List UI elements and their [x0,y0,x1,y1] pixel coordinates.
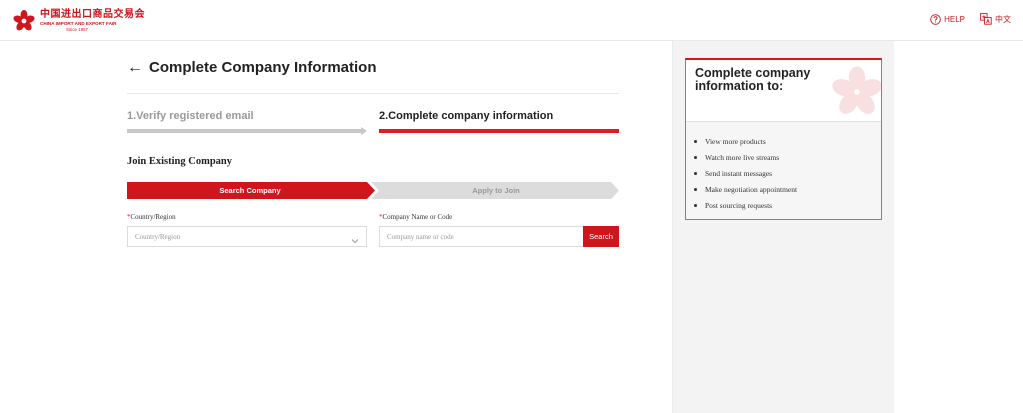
country-select-placeholder: Country/Region [135,233,181,241]
list-item: View more products [694,133,797,149]
step1-progress-bar [127,129,363,133]
translate-icon [980,13,992,25]
company-label: *Company Name or Code [379,213,452,221]
list-item: Make negotiation appointment [694,181,797,197]
country-select[interactable]: Country/Region [127,226,367,247]
page-title: Complete Company Information [149,59,377,76]
language-switch[interactable]: 中文 [980,13,1011,25]
help-circle-icon [930,13,941,25]
flower-watermark-icon [829,64,881,121]
flower-logo-icon [12,9,36,33]
logo-chinese-name: 中国进出口商品交易会 [40,9,145,20]
country-label-text: Country/Region [130,213,176,221]
help-label: HELP [944,14,965,24]
sub-step-chevrons: Search Company Apply to Join [127,182,619,199]
list-item: Send instant messages [694,165,797,181]
benefits-list: View more products Watch more live strea… [694,133,797,213]
step-verify-email: 1.Verify registered email [127,110,254,122]
top-header: 中国进出口商品交易会 CHINA IMPORT AND EXPORT FAIR … [0,0,1023,41]
chevron-down-icon [351,232,359,250]
sub-step-apply-to-join: Apply to Join [472,186,520,195]
title-divider [127,93,619,94]
list-item: Watch more live streams [694,149,797,165]
canton-fair-logo[interactable]: 中国进出口商品交易会 CHINA IMPORT AND EXPORT FAIR … [12,8,145,34]
benefits-card-title: Complete company information to: [695,66,811,93]
step1-arrow-head-icon [361,127,367,135]
country-label: *Country/Region [127,213,176,221]
company-search-input[interactable]: Company name or code [379,226,583,247]
logo-since: Since 1957 [66,26,88,32]
company-label-text: Company Name or Code [382,213,453,221]
back-arrow-icon[interactable]: ← [127,59,143,76]
company-search-placeholder: Company name or code [387,233,454,241]
sub-step-search-company[interactable]: Search Company [127,186,373,195]
section-title: Join Existing Company [127,156,233,167]
logo-english-name: CHINA IMPORT AND EXPORT FAIR [40,21,117,26]
language-label: 中文 [995,14,1011,24]
help-link[interactable]: HELP [930,13,965,25]
step-complete-company: 2.Complete company information [379,110,554,122]
list-item: Post sourcing requests [694,197,797,213]
search-button[interactable]: Search [583,226,619,247]
step2-progress-bar [379,129,619,133]
benefits-card-header: Complete company information to: [686,60,881,122]
page-heading: ← Complete Company Information [127,59,377,76]
benefits-card: Complete company information to: View mo… [685,58,882,220]
